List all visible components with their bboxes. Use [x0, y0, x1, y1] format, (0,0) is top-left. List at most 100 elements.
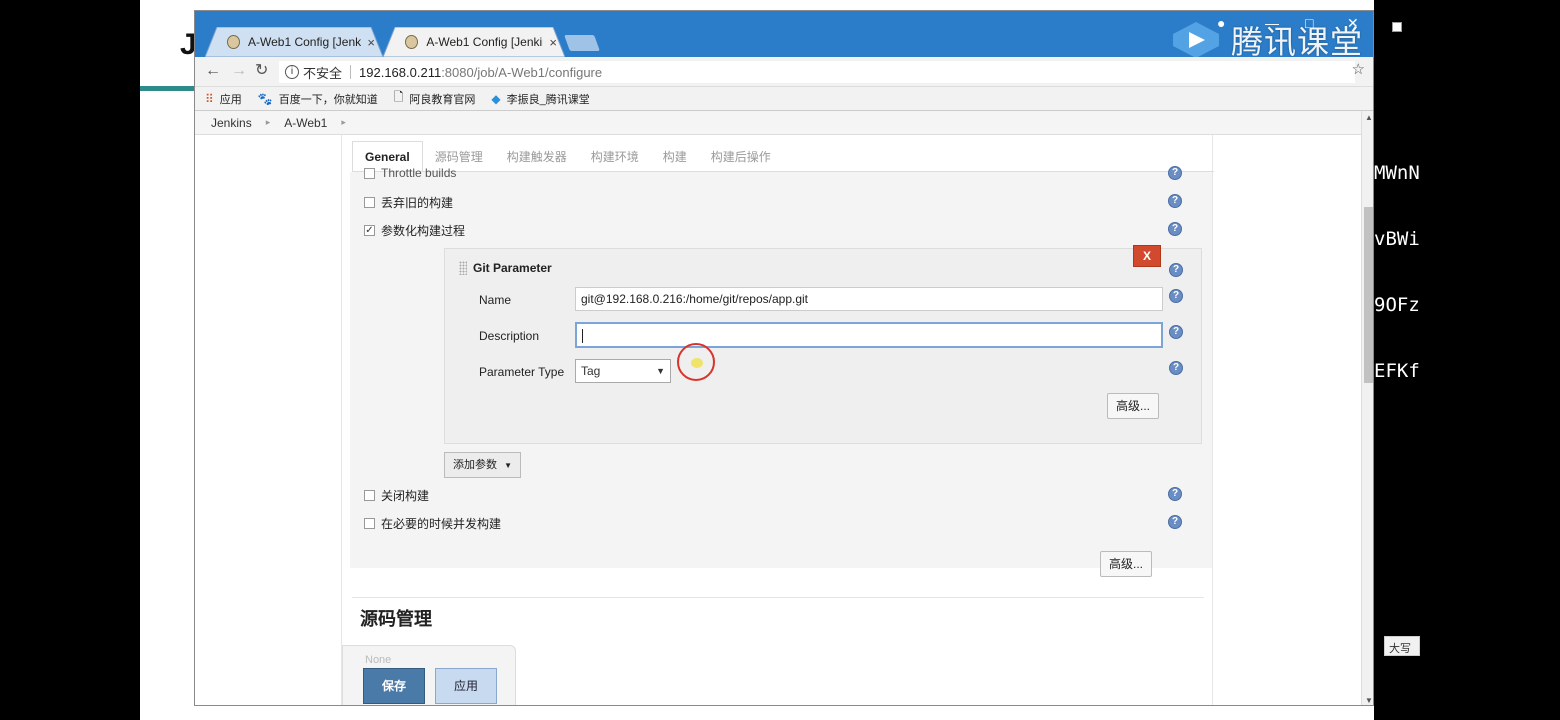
description-field[interactable] — [575, 322, 1163, 348]
bookmark-label: 应用 — [219, 93, 242, 106]
help-icon[interactable]: ? — [1169, 361, 1183, 375]
close-tab-icon[interactable]: × — [367, 35, 375, 50]
git-parameter-block: Git Parameter X ? Name git@192.168.0.216… — [444, 245, 1202, 444]
discard-old-checkbox[interactable] — [364, 197, 375, 208]
git-parameter-title: Git Parameter — [473, 261, 552, 275]
option-label: 在必要的时候并发构建 — [381, 517, 502, 531]
tab-title: A-Web1 Config [Jenkins — [426, 35, 544, 49]
tab-strip: A-Web1 Config [Jenkins × A-Web1 Config [… — [195, 11, 1373, 61]
browser-tab-active[interactable]: A-Web1 Config [Jenkins × — [383, 27, 565, 57]
name-label: Name — [479, 293, 512, 307]
delete-parameter-button[interactable]: X — [1133, 245, 1161, 267]
close-window-icon[interactable]: ✕ — [1347, 15, 1359, 32]
option-label: 参数化构建过程 — [381, 224, 466, 238]
bookmark-aliang[interactable]: 🗋 阿良教育官网 — [394, 88, 476, 109]
parameter-type-label: Parameter Type — [479, 365, 565, 379]
help-icon[interactable]: ? — [1169, 263, 1183, 277]
terminal-line: EFKf — [1374, 360, 1420, 382]
git-parameter-header: Git Parameter — [459, 261, 552, 275]
cursor-ring-icon — [677, 343, 715, 381]
page-scrollbar[interactable]: ▲ ▼ — [1361, 111, 1373, 705]
bookmark-tencent[interactable]: ◆ 李振良_腾讯课堂 — [491, 91, 589, 107]
apps-icon: ⠿ — [205, 91, 214, 106]
tab-title: A-Web1 Config [Jenkins — [247, 35, 362, 49]
baidu-icon: 🐾 — [257, 91, 273, 106]
apply-button[interactable]: 应用 — [435, 668, 497, 704]
maximize-icon[interactable]: □ — [1305, 15, 1313, 31]
help-icon[interactable]: ? — [1168, 194, 1182, 208]
parameter-type-value: Tag — [581, 364, 601, 378]
throttle-checkbox[interactable] — [364, 167, 375, 179]
text-caret — [582, 328, 583, 343]
option-label: Throttle builds — [381, 166, 457, 180]
scm-none-option[interactable]: None — [365, 654, 391, 666]
tab-triggers[interactable]: 构建触发器 — [495, 143, 579, 171]
breadcrumb-item-jenkins[interactable]: Jenkins — [211, 116, 252, 130]
terminal-line: MWnN — [1374, 162, 1420, 184]
scroll-down-icon[interactable]: ▼ — [1365, 696, 1373, 705]
tab-post-build[interactable]: 构建后操作 — [699, 143, 783, 171]
config-panel: General 源码管理 构建触发器 构建环境 构建 构建后操作 Throttl… — [341, 135, 1214, 705]
tencent-icon: ◆ — [491, 91, 501, 106]
help-icon[interactable]: ? — [1168, 515, 1182, 529]
option-label: 丢弃旧的构建 — [381, 196, 454, 210]
chevron-right-icon[interactable]: ▸ — [341, 117, 346, 128]
drag-handle-icon[interactable] — [459, 261, 467, 275]
terminal-line: 9OFz — [1374, 294, 1420, 316]
option-throttle-builds: Throttle builds — [364, 166, 456, 180]
bookmarks-bar: ⠿ 应用 🐾 百度一下，你就知道 🗋 阿良教育官网 ◆ 李振良_腾讯课堂 — [195, 87, 1373, 111]
help-icon[interactable]: ? — [1168, 487, 1182, 501]
bookmark-baidu[interactable]: 🐾 百度一下，你就知道 — [258, 91, 378, 107]
help-icon[interactable]: ? — [1168, 222, 1182, 236]
address-bar[interactable]: i 不安全 192.168.0.211 :8080/job/A-Web1/con… — [279, 61, 1355, 83]
scroll-up-icon[interactable]: ▲ — [1365, 113, 1373, 122]
help-icon[interactable]: ? — [1169, 325, 1183, 339]
url-host: 192.168.0.211 — [359, 64, 442, 80]
screen: J MWnN vBWi 9OFz EFKf 大写 A-Web1 Config [… — [0, 0, 1560, 720]
tab-build[interactable]: 构建 — [651, 143, 699, 171]
tab-environment[interactable]: 构建环境 — [579, 143, 651, 171]
breadcrumb: Jenkins ▸ A-Web1 ▸ — [195, 111, 1361, 135]
terminal-line: vBWi — [1374, 228, 1420, 250]
url-path: :8080/job/A-Web1/configure — [441, 64, 603, 80]
restore-icon — [1392, 22, 1402, 32]
parameterized-checkbox[interactable]: ✓ — [364, 225, 375, 236]
option-parameterized: ✓ 参数化构建过程 — [364, 222, 465, 239]
close-tab-icon[interactable]: × — [549, 35, 557, 50]
bookmark-star-icon[interactable]: ☆ — [1352, 60, 1365, 78]
minimize-icon[interactable]: — — [1265, 15, 1279, 31]
save-button[interactable]: 保存 — [363, 668, 425, 704]
jenkins-favicon-icon — [227, 35, 240, 49]
dropdown-arrow-icon: ▼ — [656, 366, 665, 376]
scm-heading: 源码管理 — [360, 609, 432, 629]
general-advanced-button[interactable]: 高级... — [1100, 551, 1153, 577]
bookmark-label: 百度一下，你就知道 — [278, 93, 378, 106]
back-icon[interactable]: ← — [205, 63, 221, 79]
parameter-type-select[interactable]: Tag ▼ — [575, 359, 671, 383]
forward-icon[interactable]: → — [231, 63, 247, 79]
add-parameter-button[interactable]: 添加参数 ▼ — [444, 452, 521, 478]
name-field[interactable]: git@192.168.0.216:/home/git/repos/app.gi… — [575, 287, 1163, 311]
play-logo-icon — [1173, 22, 1219, 58]
breadcrumb-item-job[interactable]: A-Web1 — [284, 116, 327, 130]
info-icon[interactable]: i — [285, 65, 299, 79]
user-icon[interactable]: ● — [1217, 15, 1225, 31]
help-icon[interactable]: ? — [1169, 289, 1183, 303]
reload-icon[interactable]: ↻ — [255, 63, 268, 79]
general-section: Throttle builds ? 丢弃旧的构建 ? ✓ 参数化构建过程 ? G… — [350, 166, 1212, 568]
help-icon[interactable]: ? — [1168, 166, 1182, 180]
disable-build-checkbox[interactable] — [364, 490, 375, 501]
git-advanced-button[interactable]: 高级... — [1107, 393, 1160, 419]
bookmark-apps[interactable]: ⠿ 应用 — [205, 91, 242, 107]
config-page: General 源码管理 构建触发器 构建环境 构建 构建后操作 Throttl… — [195, 135, 1361, 705]
concurrent-build-checkbox[interactable] — [364, 518, 375, 529]
chevron-right-icon[interactable]: ▸ — [266, 117, 271, 128]
scrollbar-thumb[interactable] — [1364, 207, 1373, 383]
option-discard-old: 丢弃旧的构建 — [364, 194, 453, 211]
page-icon: 🗋 — [393, 90, 404, 104]
new-tab-button[interactable] — [564, 35, 600, 51]
browser-toolbar: ← → ↻ i 不安全 192.168.0.211 :8080/job/A-We… — [195, 57, 1373, 87]
option-concurrent-build: 在必要的时候并发构建 — [364, 515, 501, 532]
browser-tab[interactable]: A-Web1 Config [Jenkins × — [205, 27, 383, 57]
bookmark-label: 阿良教育官网 — [409, 93, 476, 106]
